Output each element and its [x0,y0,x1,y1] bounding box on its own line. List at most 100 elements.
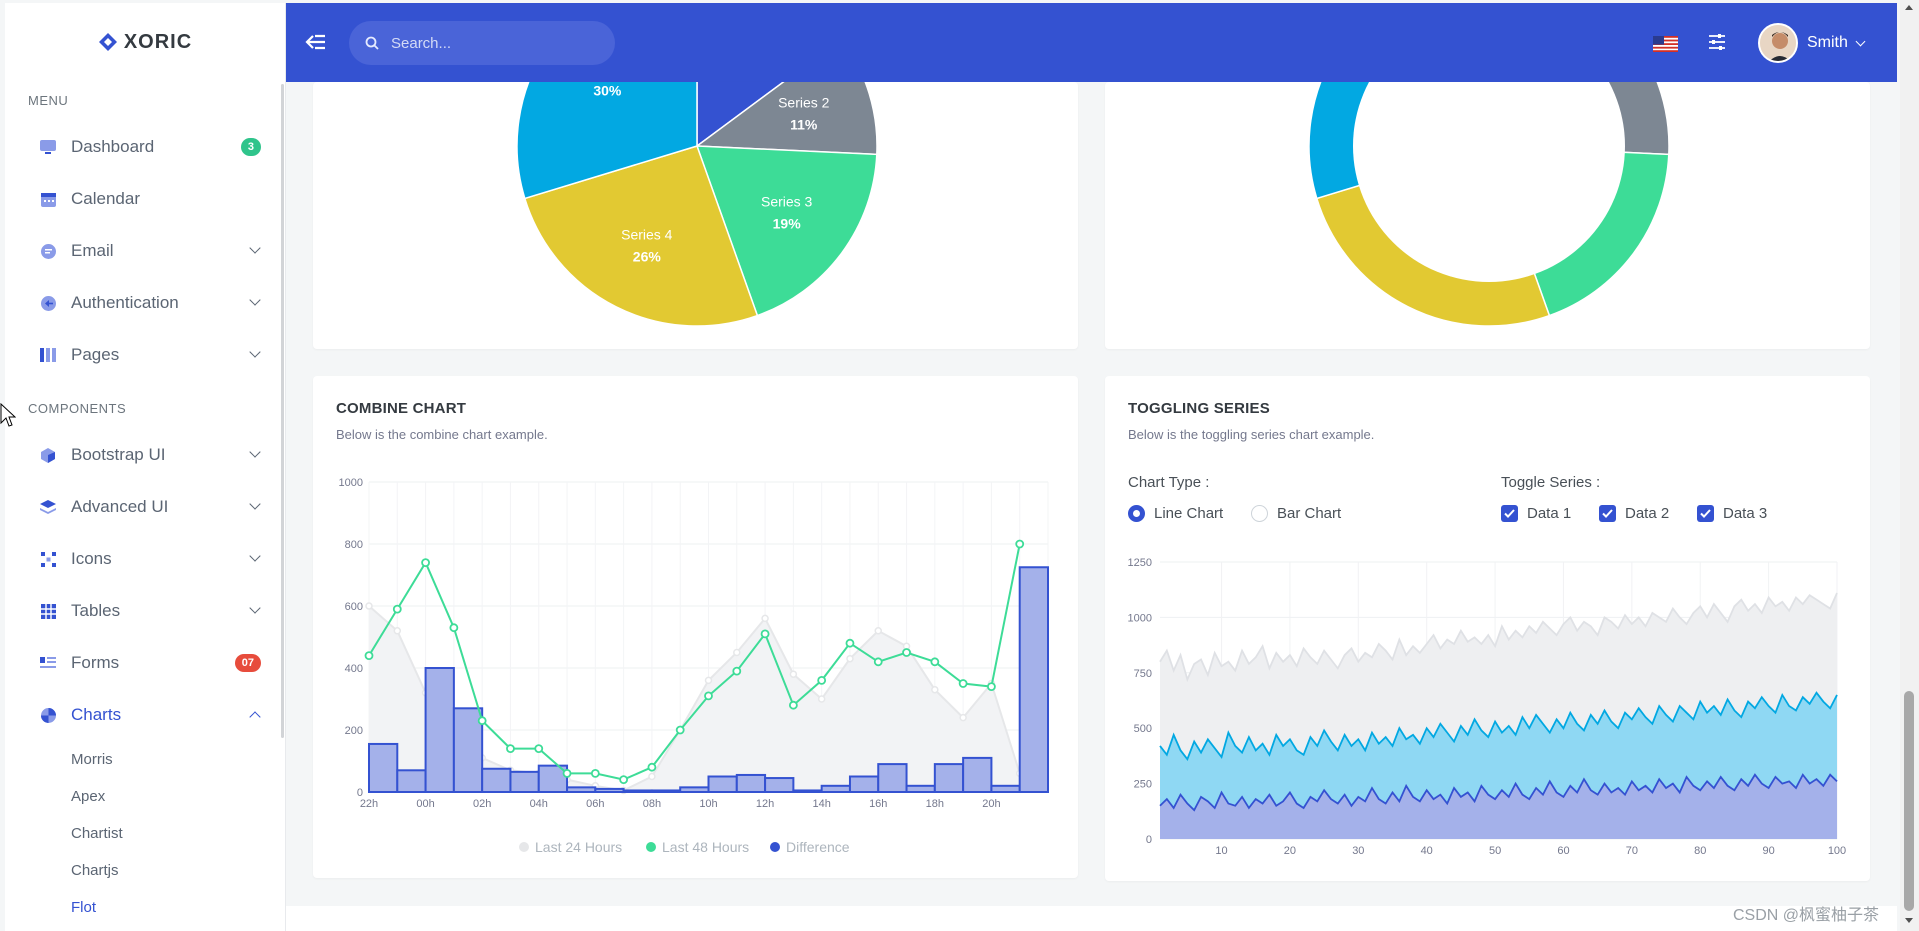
slice-label: Series 2 [778,95,830,111]
pie-chart: Series 115%Series 211%Series 319%Series … [516,82,878,327]
search-box[interactable] [349,21,615,65]
data-point [392,604,402,614]
data-point [789,670,798,678]
sidebar-item-bootstrap-ui[interactable]: Bootstrap UI [5,429,285,481]
data-point [788,700,798,710]
components-section-title: COMPONENTS [28,401,127,416]
donut-chart: Series 115%Series 211%Series 319%Series … [1308,82,1670,327]
list-icon [38,653,58,673]
sidebar-item-advanced-ui[interactable]: Advanced UI [5,481,285,533]
data-point [477,716,487,726]
data-point [506,744,515,754]
sidebar-subitem-chartist[interactable]: Chartist [5,815,285,852]
data-point [959,713,967,722]
sidebar-subitem-morris[interactable]: Morris [5,741,285,778]
bar [679,786,710,794]
x-tick-label: 50 [1489,845,1501,857]
x-tick-label: 30 [1352,845,1364,857]
sidebar-item-label: Charts [71,705,122,724]
scroll-up-arrow-icon[interactable] [1905,5,1913,10]
toggling-series-card: TOGGLING SERIES Below is the toggling se… [1105,376,1870,881]
data-point [958,679,968,688]
y-tick-label: 0 [1146,834,1152,846]
chevron-down-icon [249,242,261,254]
x-tick-label: 00h [416,798,434,810]
legend-label: Last 24 Hours [535,839,622,855]
x-tick-label: 02h [473,798,491,810]
bar [594,787,625,793]
brand-logo[interactable]: XORIC [5,3,285,81]
sidebar-item-email[interactable]: Email [5,225,285,277]
bar [368,742,399,794]
bar [848,775,880,793]
sidebar-subitem-apex[interactable]: Apex [5,778,285,815]
chevron-down-icon [249,550,261,562]
combine-chart-card: COMBINE CHART Below is the combine chart… [313,376,1078,878]
pie-chart-card: Series 115%Series 211%Series 319%Series … [313,82,1078,349]
sidebar-subitem-chartjs[interactable]: Chartjs [5,852,285,889]
sidebar-item-forms[interactable]: Forms 07 [5,637,285,689]
x-tick-label: 20h [982,798,1000,810]
bar [933,763,965,794]
bar [707,775,738,793]
sidebar-scrollbar[interactable] [281,84,284,738]
x-tick-label: 06h [586,798,604,810]
x-tick-label: 10 [1215,845,1227,857]
x-tick-label: 10h [699,798,717,810]
sidebar-item-authentication[interactable]: Authentication [5,277,285,329]
notification-badge: 3 [240,138,261,156]
sidebar-item-tables[interactable]: Tables [5,585,285,637]
sidebar-item-icons[interactable]: Icons [5,533,285,585]
x-tick-label: 04h [530,798,548,810]
data-point [873,657,883,667]
chevron-down-icon [249,346,261,358]
sidebar-subitem-flot[interactable]: Flot [5,889,285,926]
slice-percent: 11% [790,117,818,133]
bar [820,784,851,793]
bar [650,789,682,794]
x-tick-label: 18h [926,798,944,810]
bar [396,769,427,793]
calendar-icon [38,189,58,209]
us-flag-icon[interactable] [1653,36,1678,52]
menu-toggle-icon[interactable] [304,30,328,54]
bar [990,784,1021,793]
slice-percent: 26% [633,249,662,265]
user-dropdown[interactable]: Smith [1758,22,1866,64]
bar [481,767,512,793]
sidebar-item-pages[interactable]: Pages [5,329,285,381]
legend-swatch [770,842,780,852]
page-scrollbar[interactable] [1900,0,1919,931]
data-point [421,558,430,568]
y-tick-label: 250 [1134,779,1152,791]
notification-badge: 07 [234,654,261,672]
sidebar-item-label: Advanced UI [71,497,169,516]
data-point [590,768,600,778]
chevron-down-icon [249,602,261,614]
bar [509,770,540,794]
sidebar-item-label: Email [71,241,114,260]
cube-icon [38,445,58,465]
bar [622,789,653,794]
x-tick-label: 80 [1694,845,1706,857]
data-point [817,675,827,685]
search-input[interactable] [391,34,591,52]
diamond-logo-icon [98,33,117,51]
footer [286,906,1897,931]
sidebar-item-charts[interactable]: Charts [5,689,285,741]
sidebar-item-dashboard[interactable]: Dashboard 3 [5,121,285,173]
piechart-icon [38,705,58,725]
scroll-down-arrow-icon[interactable] [1905,918,1913,923]
slice-percent: 19% [773,215,802,231]
legend-swatch [519,842,529,852]
slice-label: Series 3 [761,193,813,209]
x-tick-label: 60 [1557,845,1569,857]
avatar [1758,23,1798,63]
user-name: Smith [1807,34,1848,51]
bar [424,667,455,793]
x-tick-label: 20 [1284,845,1296,857]
y-tick-label: 1000 [1128,612,1152,624]
sidebar-item-calendar[interactable]: Calendar [5,173,285,225]
settings-sliders-icon[interactable] [1706,31,1728,53]
scrollbar-thumb[interactable] [1904,691,1914,911]
